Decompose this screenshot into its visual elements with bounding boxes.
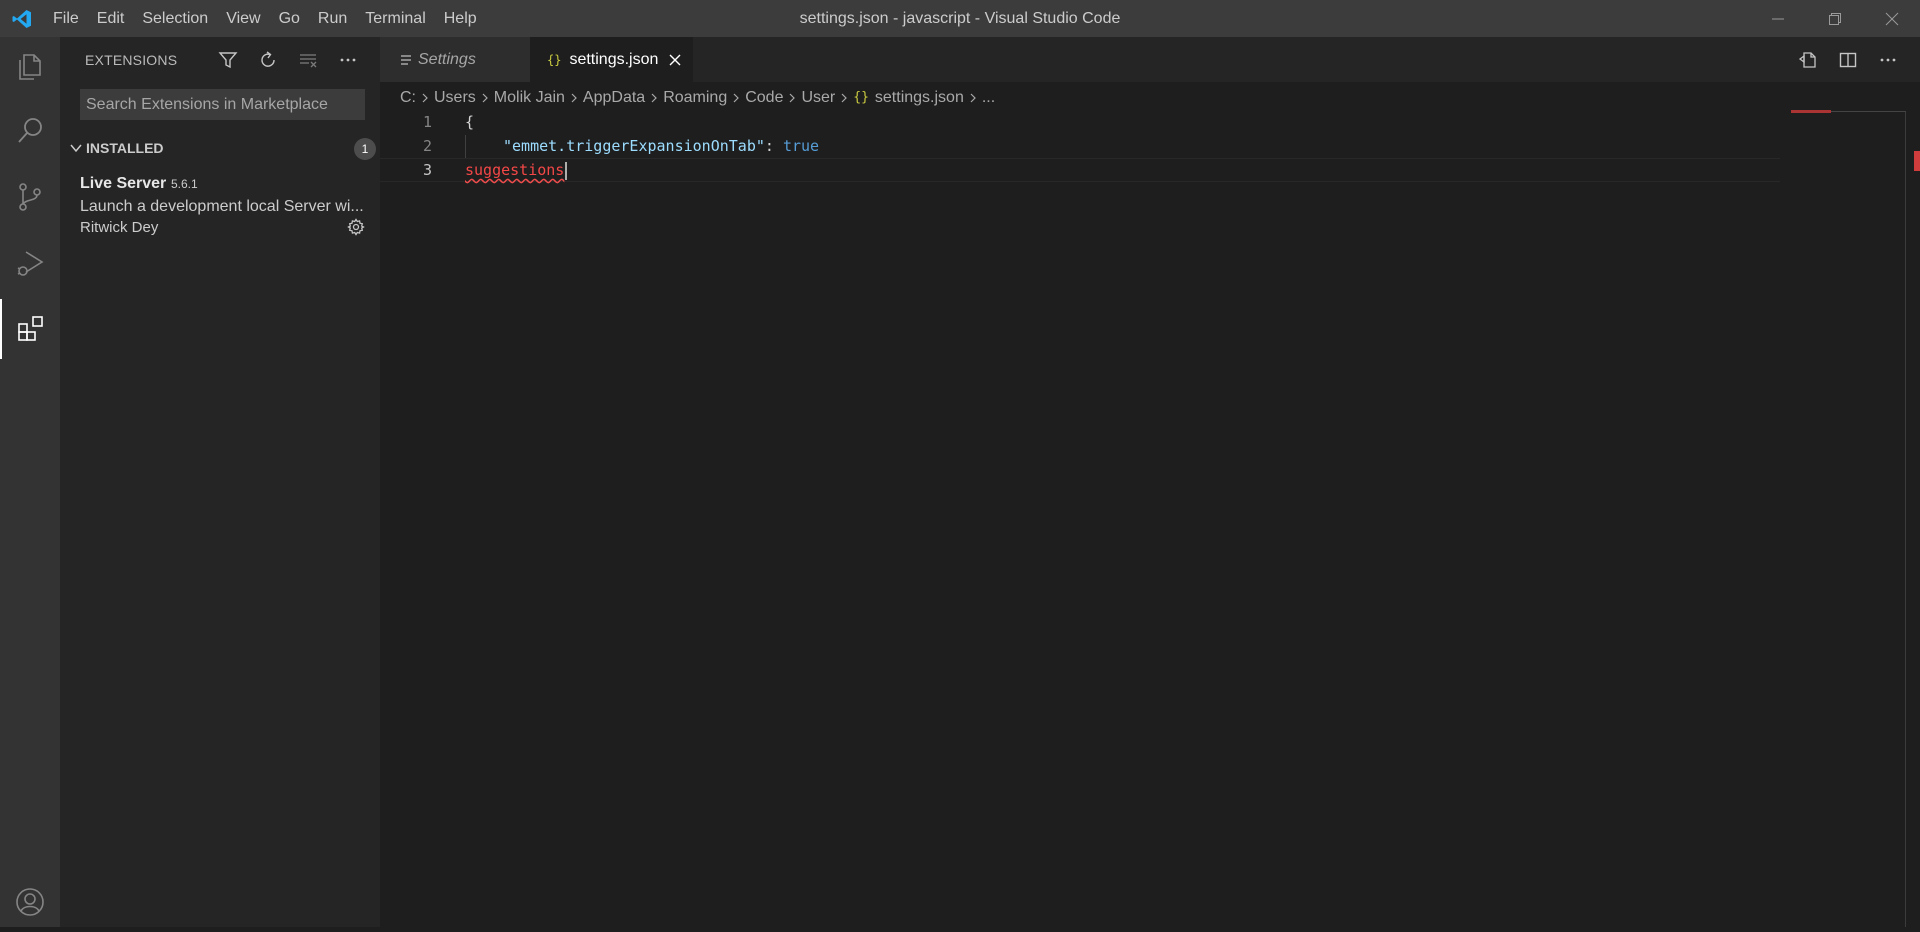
line-number: 2 (422, 136, 432, 155)
chevron-right-icon (569, 92, 579, 104)
scrollbar-error-marker (1914, 151, 1920, 171)
tab-label: Settings (418, 50, 476, 68)
more-icon[interactable] (328, 45, 368, 75)
code-line-current: 3 suggestions (380, 158, 1780, 182)
gear-icon[interactable] (345, 216, 367, 238)
more-icon[interactable] (1868, 45, 1908, 75)
chevron-right-icon (787, 92, 797, 104)
menu-selection[interactable]: Selection (133, 0, 217, 37)
json-icon: {} (853, 90, 869, 105)
explorer-icon[interactable] (0, 37, 60, 97)
text-cursor (565, 161, 568, 180)
chevron-right-icon (968, 92, 978, 104)
extension-author: Ritwick Dey (80, 219, 159, 236)
minimize-icon[interactable] (1749, 0, 1806, 37)
extension-name: Live Server (80, 175, 167, 192)
search-icon[interactable] (0, 101, 60, 161)
breadcrumb-more[interactable]: ... (982, 89, 995, 107)
installed-label: INSTALLED (86, 140, 164, 156)
code-text: suggestions (465, 159, 568, 183)
code-text: "emmet.triggerExpansionOnTab": true (503, 135, 819, 159)
source-control-icon[interactable] (0, 167, 60, 227)
run-debug-icon[interactable] (0, 233, 60, 293)
menu-file[interactable]: File (44, 0, 88, 37)
account-icon[interactable] (0, 872, 60, 932)
menu-view[interactable]: View (217, 0, 269, 37)
sidebar-actions (208, 37, 368, 82)
chevron-down-icon (66, 141, 86, 155)
code-line: 2 "emmet.triggerExpansionOnTab": true (380, 134, 1780, 159)
chevron-right-icon (731, 92, 741, 104)
tab-label: settings.json (569, 50, 659, 68)
json-key: "emmet.triggerExpansionOnTab" (503, 136, 765, 155)
code-editor[interactable]: 1 { 2 "emmet.triggerExpansionOnTab": tru… (380, 111, 1780, 182)
breadcrumb-item[interactable]: Molik Jain (494, 89, 565, 107)
installed-section-header[interactable]: INSTALLED 1 (60, 134, 380, 162)
split-editor-icon[interactable] (1828, 45, 1868, 75)
breadcrumb: C: Users Molik Jain AppData Roaming Code… (400, 82, 995, 113)
editor-area: Settings {} settings.json C: Users Molik… (380, 37, 1920, 927)
extension-item[interactable]: Live Server 5.6.1 Launch a development l… (60, 167, 380, 237)
extensions-sidebar: EXTENSIONS INSTALLED 1 Live Server 5.6.1… (60, 37, 380, 927)
menu-go[interactable]: Go (270, 0, 309, 37)
filter-icon[interactable] (208, 45, 248, 75)
menu-bar: File Edit Selection View Go Run Terminal… (44, 0, 486, 37)
editor-actions (1788, 37, 1908, 82)
code-line: 1 { (380, 111, 1780, 135)
json-icon: {} (547, 52, 562, 67)
extensions-search-input[interactable] (80, 89, 365, 120)
close-icon[interactable] (1863, 0, 1920, 37)
json-value: true (782, 136, 820, 155)
menu-run[interactable]: Run (309, 0, 356, 37)
menu-terminal[interactable]: Terminal (356, 0, 434, 37)
chevron-right-icon (420, 92, 430, 104)
code-text: { (465, 113, 475, 131)
extension-description: Launch a development local Server wi... (80, 198, 364, 215)
json-colon: : (764, 136, 783, 155)
window-controls (1749, 0, 1920, 37)
chevron-right-icon (839, 92, 849, 104)
extensions-icon[interactable] (0, 299, 60, 359)
open-settings-icon[interactable] (1788, 45, 1828, 75)
menu-edit[interactable]: Edit (88, 0, 134, 37)
close-tab-icon[interactable] (665, 50, 685, 70)
indent-guide (465, 134, 466, 158)
scrollbar[interactable] (1905, 112, 1906, 927)
tab-settings[interactable]: Settings (380, 37, 530, 82)
error-token: suggestions (465, 161, 565, 179)
sidebar-header: EXTENSIONS (60, 37, 380, 82)
tab-bar: Settings {} settings.json (380, 37, 1920, 82)
count-badge: 1 (354, 138, 376, 160)
breadcrumb-item[interactable]: AppData (583, 89, 645, 107)
settings-file-icon (400, 54, 412, 66)
line-number: 1 (422, 113, 432, 131)
breadcrumb-item[interactable]: User (801, 89, 835, 107)
tab-settings-json[interactable]: {} settings.json (530, 37, 693, 82)
extension-version: 5.6.1 (171, 177, 198, 191)
breadcrumb-item[interactable]: Code (745, 89, 783, 107)
breadcrumb-item[interactable]: C: (400, 89, 416, 107)
menu-help[interactable]: Help (435, 0, 486, 37)
breadcrumb-item[interactable]: Users (434, 89, 476, 107)
vscode-logo-icon (0, 0, 44, 37)
clear-icon[interactable] (288, 45, 328, 75)
sidebar-title: EXTENSIONS (85, 51, 178, 68)
line-number: 3 (422, 161, 432, 179)
chevron-right-icon (480, 92, 490, 104)
chevron-right-icon (649, 92, 659, 104)
activity-bar (0, 37, 60, 927)
title-bar: File Edit Selection View Go Run Terminal… (0, 0, 1920, 37)
breadcrumb-file[interactable]: settings.json (875, 89, 964, 107)
refresh-icon[interactable] (248, 45, 288, 75)
minimap-error-indicator (1791, 110, 1831, 113)
breadcrumb-item[interactable]: Roaming (663, 89, 727, 107)
restore-icon[interactable] (1806, 0, 1863, 37)
